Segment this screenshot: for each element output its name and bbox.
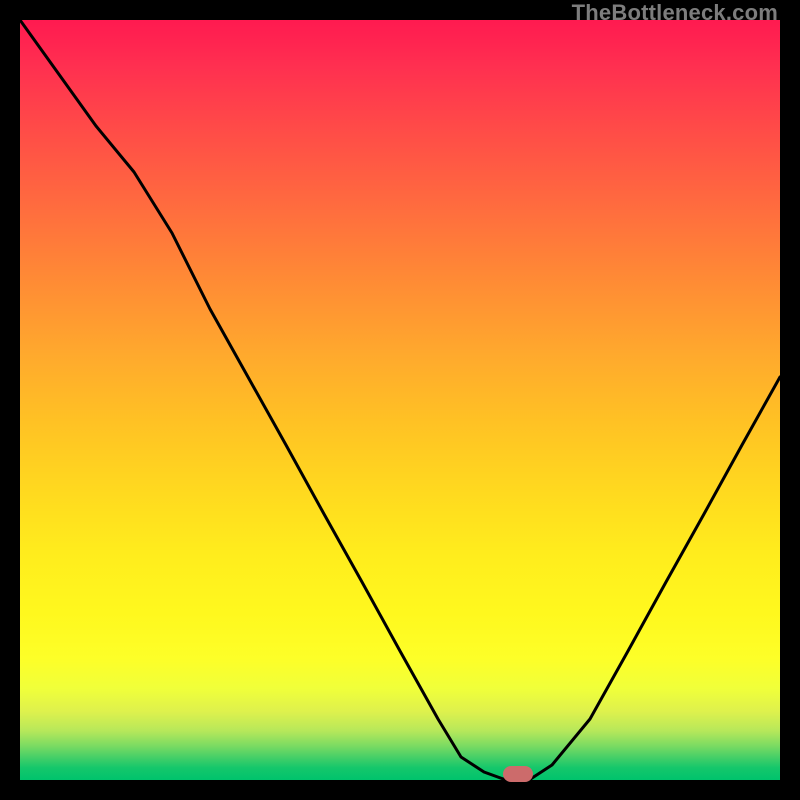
chart-frame: TheBottleneck.com [0,0,800,800]
optimal-marker [503,766,533,782]
watermark-text: TheBottleneck.com [572,0,778,26]
plot-area [20,20,780,780]
bottleneck-curve [20,20,780,780]
curve-path [20,20,780,780]
